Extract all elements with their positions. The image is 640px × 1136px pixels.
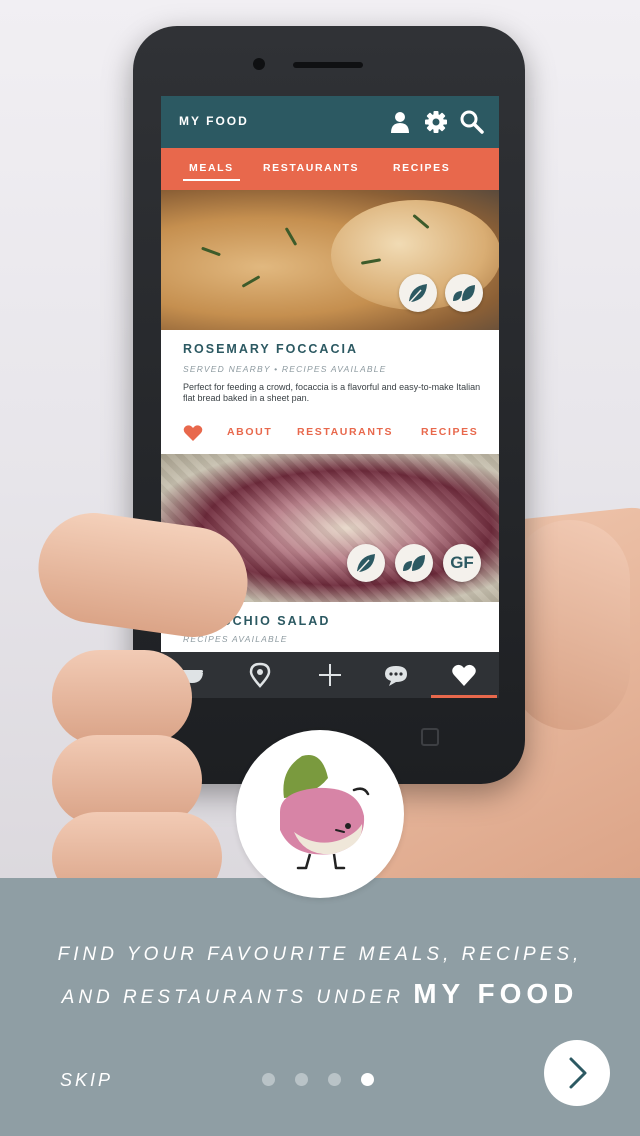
hand-finger [52,650,192,745]
vegetarian-badge [399,274,437,312]
category-tabs: MEALS RESTAURANTS RECIPES [161,148,499,190]
phone-home-button [421,728,439,746]
tab-meals[interactable]: MEALS [183,162,240,181]
vegan-leaves-icon [403,555,425,571]
bottom-nav [161,652,499,698]
next-button[interactable] [544,1040,610,1106]
location-pin-icon[interactable] [247,662,273,688]
active-tab-indicator [431,695,497,698]
search-icon[interactable] [459,109,485,135]
page-dot-active[interactable] [361,1073,374,1086]
recipes-link[interactable]: RECIPES [421,426,478,438]
phone-device: MY FOOD MEALS RESTAURANTS RECIPES ROSEMA… [133,26,525,784]
herb [284,227,298,246]
app-bar: MY FOOD [161,96,499,148]
tab-restaurants[interactable]: RESTAURANTS [263,162,359,174]
leaf-icon [409,284,427,303]
turnip-mascot-icon [280,754,370,870]
onboarding-message-highlight: MY FOOD [413,978,579,1009]
turnip-mascot [236,730,404,898]
favourite-heart-icon[interactable] [183,424,203,442]
onboarding-message-line1: FIND YOUR FAVOURITE MEALS, RECIPES, [57,944,583,965]
page-dot[interactable] [328,1073,341,1086]
meal-description: Perfect for feeding a crowd, focaccia is… [183,382,481,403]
plus-icon[interactable] [317,662,343,688]
hand-finger [52,812,222,878]
leaf-icon [357,554,375,573]
vegan-badge [445,274,483,312]
herb [201,246,221,257]
page-indicator [262,1073,382,1089]
vegetarian-badge [347,544,385,582]
meal-subtitle: SERVED NEARBY • RECIPES AVAILABLE [183,364,387,374]
gluten-free-badge: GF [443,544,481,582]
restaurants-link[interactable]: RESTAURANTS [297,426,393,438]
user-icon[interactable] [387,109,413,135]
phone-camera [253,58,265,70]
tab-recipes[interactable]: RECIPES [393,162,450,174]
onboarding-message-line2: AND RESTAURANTS UNDER MY FOOD [0,978,640,1010]
gear-icon[interactable] [423,109,449,135]
skip-button[interactable]: SKIP [60,1070,113,1091]
hand-side [510,520,630,730]
heart-icon[interactable] [451,662,477,688]
herb [241,275,261,288]
meal-actions: ABOUT RESTAURANTS RECIPES [183,424,483,444]
app-title: MY FOOD [179,114,249,128]
chat-icon[interactable] [383,662,409,688]
food-image-foccacia[interactable] [161,190,499,330]
page-dot[interactable] [262,1073,275,1086]
chevron-right-icon [569,1057,587,1089]
onboarding-panel: FIND YOUR FAVOURITE MEALS, RECIPES, AND … [0,878,640,1136]
meal-title[interactable]: ROSEMARY FOCCACIA [183,342,358,356]
onboarding-message-text: AND RESTAURANTS UNDER [61,987,404,1008]
phone-speaker [293,62,363,68]
page-dot[interactable] [295,1073,308,1086]
vegan-leaves-icon [453,285,475,301]
vegan-badge [395,544,433,582]
about-link[interactable]: ABOUT [227,426,272,438]
